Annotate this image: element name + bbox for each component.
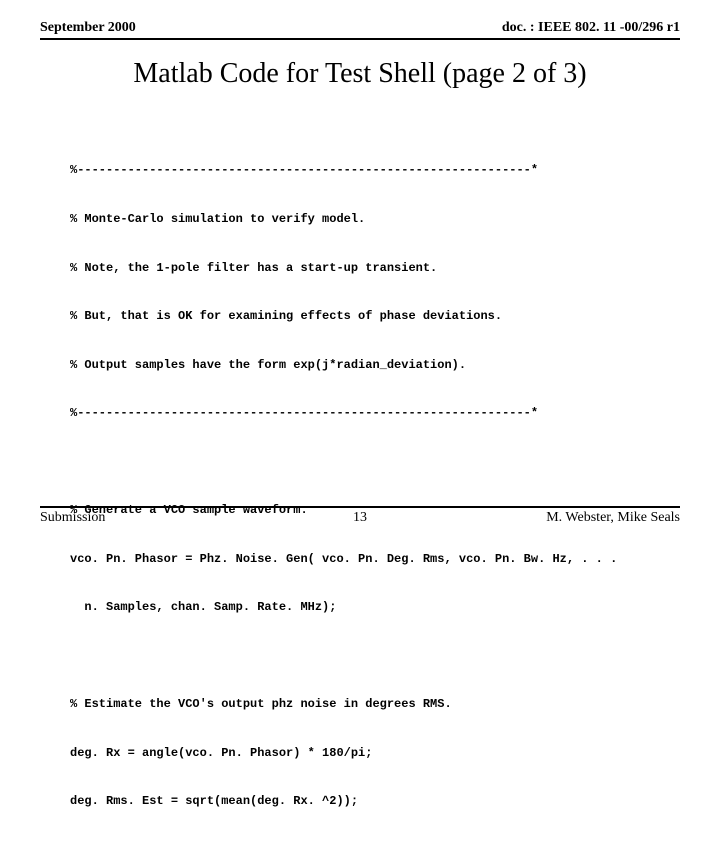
code-line: deg. Rx = angle(vco. Pn. Phasor) * 180/p… <box>70 745 680 761</box>
code-line: n. Samples, chan. Samp. Rate. MHz); <box>70 599 680 615</box>
page: September 2000 doc. : IEEE 802. 11 -00/2… <box>0 0 720 540</box>
footer-page-number: 13 <box>353 510 367 526</box>
code-line: % Output samples have the form exp(j*rad… <box>70 357 680 373</box>
header-doc: doc. : IEEE 802. 11 -00/296 r1 <box>502 20 680 36</box>
page-title: Matlab Code for Test Shell (page 2 of 3) <box>40 58 680 90</box>
code-line: %---------------------------------------… <box>70 405 680 421</box>
header-date: September 2000 <box>40 20 136 36</box>
code-line: % But, that is OK for examining effects … <box>70 308 680 324</box>
code-line: vco. Pn. Phasor = Phz. Noise. Gen( vco. … <box>70 551 680 567</box>
footer-right: M. Webster, Mike Seals <box>546 510 680 526</box>
code-line: %---------------------------------------… <box>70 162 680 178</box>
header: September 2000 doc. : IEEE 802. 11 -00/2… <box>40 20 680 40</box>
code-block-3: % Estimate the VCO's output phz noise in… <box>70 664 680 842</box>
code-block-2: % Generate a VCO sample waveform. vco. P… <box>70 470 680 648</box>
footer: Submission 13 M. Webster, Mike Seals <box>40 506 680 526</box>
code-line: % Note, the 1-pole filter has a start-up… <box>70 260 680 276</box>
code-line: % Estimate the VCO's output phz noise in… <box>70 696 680 712</box>
footer-left: Submission <box>40 510 105 526</box>
code-line: deg. Rms. Est = sqrt(mean(deg. Rx. ^2)); <box>70 793 680 809</box>
code-line: % Monte-Carlo simulation to verify model… <box>70 211 680 227</box>
code-block-1: %---------------------------------------… <box>70 130 680 454</box>
